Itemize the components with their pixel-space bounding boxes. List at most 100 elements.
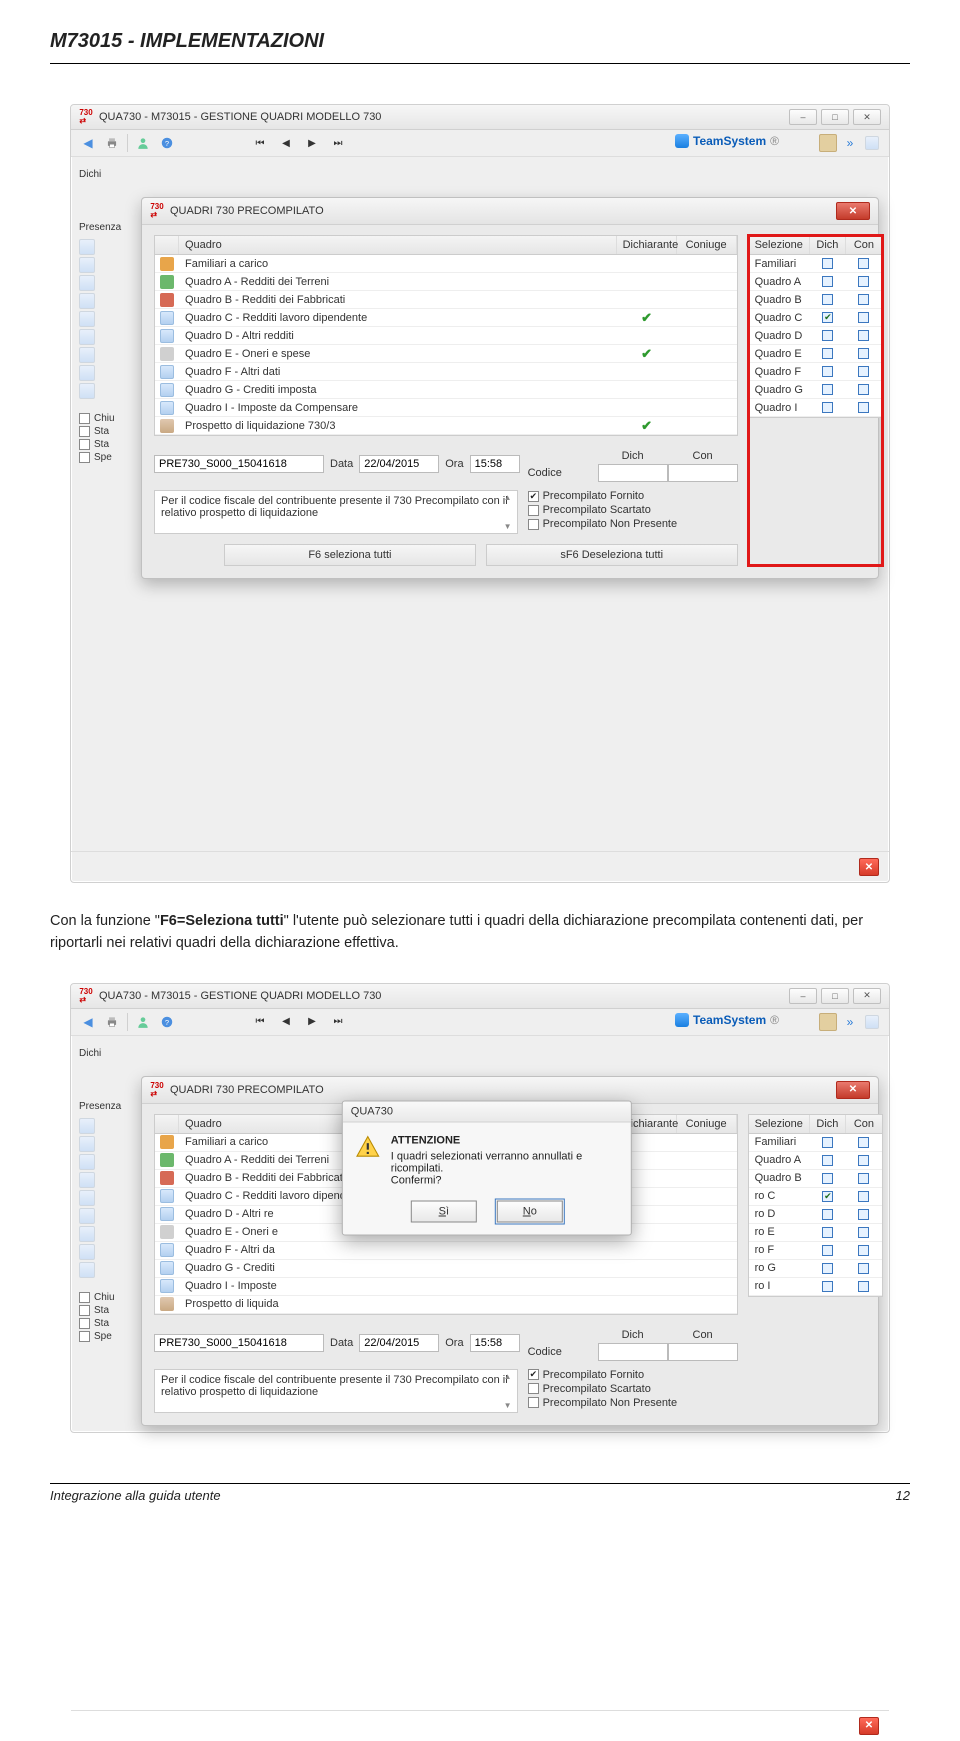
sidebar-quadro-icon[interactable] [79,239,95,255]
scroll-up-icon[interactable]: ▲ [501,493,515,502]
last-button[interactable]: ⏭ [330,135,346,151]
maximize-button[interactable]: □ [821,109,849,125]
sidebar-quadro-icon[interactable] [79,1118,95,1134]
info-textbox[interactable]: Per il codice fiscale del contribuente p… [154,1369,518,1413]
tool-2-icon[interactable]: » [841,134,859,152]
dich-checkbox[interactable] [822,384,833,395]
selection-row[interactable]: ro F [749,1242,882,1260]
selection-row[interactable]: Familiari [749,1134,882,1152]
selection-row[interactable]: Quadro C ✔ [749,309,882,327]
date-input[interactable] [359,455,439,473]
window-close-button[interactable]: ✕ [853,109,881,125]
sidebar-quadro-icon[interactable] [79,275,95,291]
codice-dich-input[interactable] [598,1343,668,1361]
selection-row[interactable]: ro E [749,1224,882,1242]
sidebar-quadro-icon[interactable] [79,329,95,345]
precomp-check-item[interactable]: Precompilato Fornito [528,1369,738,1381]
con-checkbox[interactable] [858,258,869,269]
grid-row[interactable]: Quadro G - Crediti [155,1260,737,1278]
dich-checkbox[interactable] [822,402,833,413]
left-check-item[interactable]: Chiu [79,1292,139,1303]
time-input[interactable] [470,455,520,473]
tool-3-icon[interactable] [863,134,881,152]
last-button[interactable]: ⏭ [330,1014,346,1030]
yes-button[interactable]: Sì [411,1200,477,1222]
grid-row[interactable]: Quadro D - Altri redditi [155,327,737,345]
con-checkbox[interactable] [858,402,869,413]
con-checkbox[interactable] [858,312,869,323]
no-button[interactable]: No [497,1200,563,1222]
dich-checkbox[interactable] [822,1155,833,1166]
selection-row[interactable]: ro D [749,1206,882,1224]
con-checkbox[interactable] [858,384,869,395]
dich-checkbox[interactable] [822,1137,833,1148]
selection-row[interactable]: Quadro A [749,1152,882,1170]
selection-row[interactable]: ro I [749,1278,882,1296]
con-checkbox[interactable] [858,1155,869,1166]
left-check-item[interactable]: Sta [79,1305,139,1316]
help-icon[interactable]: ? [158,1013,176,1031]
deselect-all-button[interactable]: sF6 Deseleziona tutti [486,544,738,566]
sidebar-quadro-icon[interactable] [79,1226,95,1242]
time-input[interactable] [470,1334,520,1352]
tool-1-icon[interactable] [819,1013,837,1031]
grid-row[interactable]: Quadro F - Altri da [155,1242,737,1260]
precomp-check-item[interactable]: Precompilato Non Presente [528,518,738,530]
dich-checkbox[interactable] [822,348,833,359]
next-button[interactable]: ▶ [304,135,320,151]
selection-row[interactable]: Quadro E [749,345,882,363]
selection-row[interactable]: ro G [749,1260,882,1278]
con-checkbox[interactable] [858,276,869,287]
user-icon[interactable] [134,1013,152,1031]
dich-checkbox[interactable] [822,1227,833,1238]
sidebar-quadro-icon[interactable] [79,257,95,273]
dich-checkbox[interactable] [822,366,833,377]
sidebar-quadro-icon[interactable] [79,1136,95,1152]
precomp-check-item[interactable]: Precompilato Fornito [528,490,738,502]
grid-row[interactable]: Quadro B - Redditi dei Fabbricati [155,291,737,309]
left-check-item[interactable]: Sta [79,439,139,450]
sidebar-quadro-icon[interactable] [79,365,95,381]
scroll-down-icon[interactable]: ▼ [501,1401,515,1410]
back-icon[interactable]: ◀ [79,134,97,152]
sidebar-quadro-icon[interactable] [79,383,95,399]
scroll-up-icon[interactable]: ▲ [501,1372,515,1381]
dich-checkbox[interactable] [822,258,833,269]
con-checkbox[interactable] [858,1209,869,1220]
selection-row[interactable]: Familiari [749,255,882,273]
con-checkbox[interactable] [858,1245,869,1256]
left-check-item[interactable]: Spe [79,1331,139,1342]
help-icon[interactable]: ? [158,134,176,152]
con-checkbox[interactable] [858,1191,869,1202]
selection-row[interactable]: Quadro I [749,399,882,417]
select-all-button[interactable]: F6 seleziona tutti [224,544,476,566]
codice-con-input[interactable] [668,464,738,482]
grid-row[interactable]: Quadro I - Imposte [155,1278,737,1296]
dich-checkbox[interactable] [822,1173,833,1184]
window-close-button[interactable]: ✕ [853,988,881,1004]
print-icon[interactable] [103,134,121,152]
precomp-check-item[interactable]: Precompilato Scartato [528,504,738,516]
sidebar-quadro-icon[interactable] [79,1208,95,1224]
sidebar-quadro-icon[interactable] [79,1262,95,1278]
inner-close-button[interactable]: ✕ [836,1081,870,1099]
selection-row[interactable]: Quadro F [749,363,882,381]
dich-checkbox[interactable] [822,294,833,305]
con-checkbox[interactable] [858,1227,869,1238]
prev-button[interactable]: ◀ [278,135,294,151]
precomp-check-item[interactable]: Precompilato Scartato [528,1383,738,1395]
con-checkbox[interactable] [858,348,869,359]
left-check-item[interactable]: Spe [79,452,139,463]
next-button[interactable]: ▶ [304,1014,320,1030]
selection-row[interactable]: Quadro G [749,381,882,399]
sidebar-quadro-icon[interactable] [79,293,95,309]
sidebar-quadro-icon[interactable] [79,1190,95,1206]
left-check-item[interactable]: Sta [79,426,139,437]
grid-row[interactable]: Quadro I - Imposte da Compensare [155,399,737,417]
first-button[interactable]: ⏮ [252,1014,268,1030]
maximize-button[interactable]: □ [821,988,849,1004]
con-checkbox[interactable] [858,366,869,377]
sidebar-quadro-icon[interactable] [79,1154,95,1170]
grid-row[interactable]: Quadro G - Crediti imposta [155,381,737,399]
precomp-check-item[interactable]: Precompilato Non Presente [528,1397,738,1409]
